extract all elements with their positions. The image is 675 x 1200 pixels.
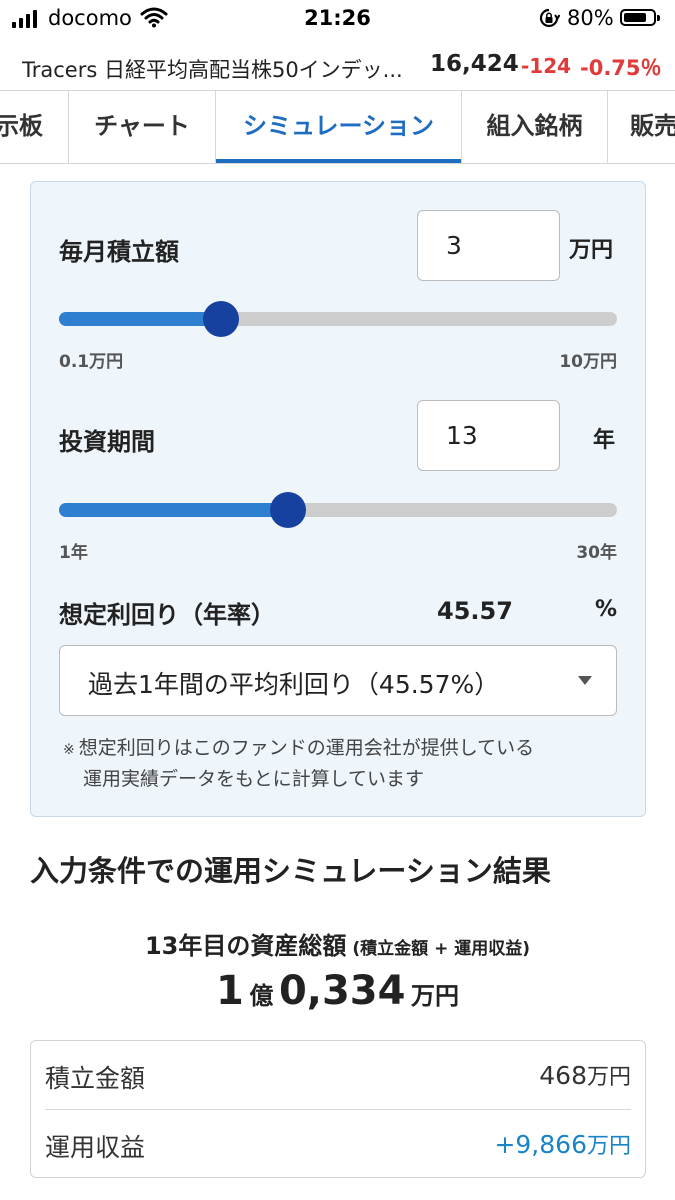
- period-max-label: 30年: [576, 543, 617, 563]
- total-assets-label: 13年目の資産総額: [144, 932, 347, 960]
- investment-gain-amount: +9,866: [494, 1130, 587, 1159]
- tab-holdings[interactable]: 組入銘柄: [462, 91, 608, 163]
- table-row: 運用収益 +9,866万円: [45, 1110, 631, 1178]
- slider-thumb[interactable]: [269, 492, 306, 528]
- battery-icon: [620, 9, 660, 26]
- price-change-percent: -0.75％: [580, 56, 662, 80]
- note-mark: ※: [63, 742, 75, 758]
- status-bar: docomo 21:26 80%: [0, 0, 675, 38]
- investment-period-label: 投資期間: [59, 428, 155, 456]
- investment-period-unit: 年: [593, 428, 616, 453]
- results-title: 入力条件での運用シミュレーション結果: [30, 854, 551, 888]
- tab-simulation[interactable]: シミュレーション: [216, 91, 462, 163]
- investment-gain-unit: 万円: [586, 1134, 631, 1159]
- contribution-label: 積立金額: [45, 1064, 146, 1093]
- fund-name: Tracers 日経平均高配当株50インデッ...: [22, 58, 403, 82]
- orientation-lock-icon: [538, 7, 561, 33]
- investment-period-slider[interactable]: [59, 492, 617, 528]
- yield-basis-select[interactable]: 過去1年間の平均利回り（45.57%）: [59, 645, 617, 716]
- investment-gain-label: 運用収益: [45, 1133, 146, 1162]
- yield-basis-selected: 過去1年間の平均利回り（45.57%）: [88, 670, 500, 699]
- price-change: -124: [521, 54, 572, 78]
- monthly-max-label: 10万円: [559, 352, 617, 372]
- slider-fill: [59, 312, 221, 326]
- total-assets-amount: 1 億 0,334 万円: [0, 968, 675, 1014]
- tab-bar: 示板 チャート シミュレーション 組入銘柄 販売: [0, 90, 675, 164]
- monthly-amount-slider[interactable]: [59, 301, 617, 337]
- slider-thumb[interactable]: [202, 301, 239, 337]
- tab-board[interactable]: 示板: [0, 91, 69, 163]
- amount-oku-unit: 億: [249, 982, 274, 1010]
- monthly-amount-label: 毎月積立額: [59, 238, 179, 266]
- investment-gain-value: +9,866万円: [494, 1128, 631, 1160]
- expected-yield-value: 45.57: [437, 597, 513, 625]
- monthly-amount-unit: 万円: [569, 238, 614, 263]
- contribution-amount: 468: [539, 1061, 587, 1090]
- note-line-1: 想定利回りはこのファンドの運用会社が提供している: [78, 737, 535, 759]
- tab-sales[interactable]: 販売: [608, 91, 675, 163]
- total-assets-heading: 13年目の資産総額 (積立金額 + 運用収益): [0, 926, 675, 961]
- amount-man: 0,334: [278, 968, 406, 1014]
- contribution-value: 468万円: [539, 1059, 631, 1091]
- investment-period-input[interactable]: [417, 400, 560, 471]
- monthly-amount-input[interactable]: [417, 210, 560, 281]
- amount-unit: 万円: [411, 982, 460, 1010]
- results-breakdown-table: 積立金額 468万円 運用収益 +9,866万円: [30, 1040, 646, 1178]
- chevron-down-icon: [578, 676, 592, 685]
- battery-percentage: 80%: [567, 6, 614, 30]
- fund-price: 16,424: [430, 51, 519, 77]
- amount-oku: 1: [215, 968, 244, 1014]
- period-min-label: 1年: [59, 543, 88, 563]
- simulation-panel: 毎月積立額 万円 0.1万円 10万円 投資期間 年 1年 30年 想定利回り（…: [30, 181, 646, 817]
- tab-chart[interactable]: チャート: [69, 91, 216, 163]
- note-line-2: 運用実績データをもとに計算しています: [83, 768, 425, 790]
- contribution-unit: 万円: [586, 1065, 631, 1090]
- table-row: 積立金額 468万円: [45, 1041, 631, 1110]
- expected-yield-unit: %: [595, 597, 618, 622]
- slider-fill: [59, 503, 288, 517]
- expected-yield-label: 想定利回り（年率）: [59, 601, 275, 629]
- yield-note: ※ 想定利回りはこのファンドの運用会社が提供している 運用実績データをもとに計算し…: [63, 734, 534, 794]
- monthly-min-label: 0.1万円: [59, 352, 124, 372]
- total-assets-sublabel: (積立金額 + 運用収益): [352, 939, 531, 959]
- fund-quote-header: Tracers 日経平均高配当株50インデッ... 16,424 -124 -0…: [0, 46, 675, 86]
